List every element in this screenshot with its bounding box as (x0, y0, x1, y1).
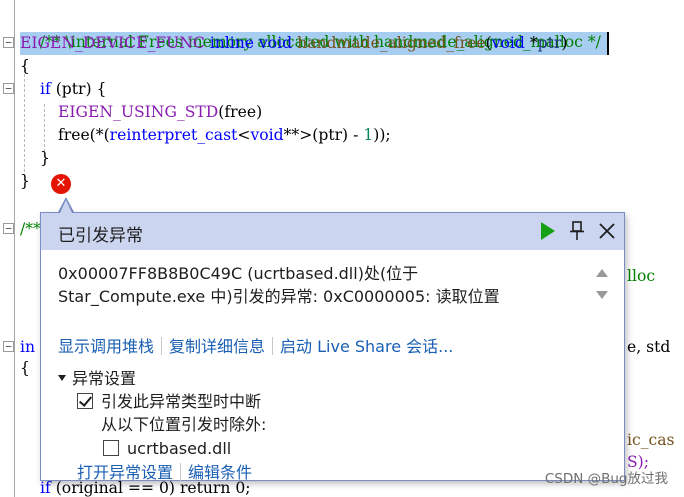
exception-message-line-1: 0x00007FF8B8B0C49C (ucrtbased.dll)处(位于 (58, 264, 419, 283)
fold-toggle-function[interactable]: − (3, 37, 14, 48)
code-identifier: ptr (537, 34, 562, 52)
code-line-13: ic_cas (627, 429, 675, 452)
code-punct: * (524, 34, 538, 52)
popup-title: 已引发异常 (58, 226, 143, 246)
code-line-8: } (20, 170, 30, 193)
fold-toggle-comment[interactable]: − (3, 223, 14, 234)
code-brace: } (40, 149, 50, 167)
popup-pointer-inner (60, 200, 72, 213)
error-icon[interactable]: ✕ (51, 174, 71, 194)
code-line-4: if (ptr) { (40, 78, 106, 101)
pin-icon (570, 221, 584, 240)
copy-details-link[interactable]: 复制详细信息 (169, 337, 265, 356)
code-line-6: free(*(reinterpret_cast<void**>(ptr) - 1… (58, 124, 391, 147)
chevron-down-icon (596, 291, 608, 299)
code-line-7: } (40, 147, 50, 170)
open-exception-settings-link[interactable]: 打开异常设置 (77, 463, 173, 482)
module-exclusion-row[interactable]: ucrtbased.dll (103, 438, 231, 460)
code-line-2: EIGEN_DEVICE_FUNC inline void handmade_a… (20, 32, 567, 55)
code-comment: /** (20, 220, 41, 238)
code-text: )); (373, 126, 391, 144)
code-punct: ) (561, 34, 568, 52)
popup-body: 0x00007FF8B8B0C49C (ucrtbased.dll)处(位于 S… (41, 250, 624, 482)
code-line-12: { (20, 357, 30, 380)
scroll-up-button[interactable] (592, 264, 612, 282)
code-keyword: void (491, 34, 525, 52)
break-when-thrown-checkbox[interactable] (77, 393, 93, 409)
watermark: CSDN @Bug放过我 (544, 471, 668, 487)
code-keyword: in (20, 338, 36, 356)
code-function: handmade_aligned_free (297, 34, 486, 52)
module-exclusion-label: ucrtbased.dll (127, 439, 232, 458)
chevron-up-icon (596, 269, 608, 277)
close-icon (599, 223, 615, 239)
link-separator (161, 337, 163, 355)
code-text: free(*( (58, 126, 110, 144)
code-text: < (237, 126, 251, 144)
code-text: (free) (218, 103, 263, 121)
code-line-11-tail: e, std (627, 336, 670, 359)
code-keyword: void (259, 34, 293, 52)
triangle-down-icon (58, 375, 66, 381)
break-when-thrown-row[interactable]: 引发此异常类型时中断 (77, 391, 261, 413)
link-separator (180, 463, 182, 481)
code-text: e, std (627, 338, 671, 356)
scroll-down-button[interactable] (592, 286, 612, 304)
live-share-link[interactable]: 启动 Live Share 会话... (280, 337, 453, 356)
code-text: **>(ptr) - (283, 126, 364, 144)
code-keyword: reinterpret_cast (109, 126, 238, 144)
exception-settings-toggle[interactable]: 异常设置 (58, 368, 136, 390)
exception-popup: 已引发异常 0x00007FF8B8B0C49C (ucrtbased.dll)… (40, 212, 625, 482)
edit-conditions-link[interactable]: 编辑条件 (188, 463, 252, 482)
module-exclusion-checkbox[interactable] (103, 440, 119, 456)
exception-settings-header: 异常设置 (72, 369, 137, 388)
code-line-11: in (20, 336, 35, 359)
except-from-label: 从以下位置引发时除外: (101, 415, 267, 434)
code-line-9: /** (20, 218, 41, 241)
code-keyword: if (40, 80, 51, 98)
fold-toggle-function-2[interactable]: − (3, 341, 14, 352)
exception-message-line-2: Star_Compute.exe 中)引发的异常: 0xC0000005: 读取… (58, 287, 500, 306)
close-button[interactable] (595, 219, 619, 243)
exception-message: 0x00007FF8B8B0C49C (ucrtbased.dll)处(位于 S… (58, 262, 578, 308)
action-links: 显示调用堆栈 复制详细信息 启动 Live Share 会话... (58, 335, 453, 358)
indent-guide (24, 64, 25, 182)
continue-button[interactable] (535, 219, 559, 243)
code-comment: lloc (627, 267, 656, 285)
code-number: 1 (363, 126, 374, 144)
code-brace: { (20, 359, 30, 377)
code-brace: } (20, 172, 30, 190)
code-macro: EIGEN_DEVICE_FUNC (20, 34, 205, 52)
link-separator (272, 337, 274, 355)
code-keyword: void (250, 126, 284, 144)
code-line-1: /** \internal Frees memory allocated wit… (20, 8, 601, 51)
code-keyword: if (40, 479, 51, 497)
code-text: (ptr) { (50, 80, 107, 98)
code-keyword: inline (209, 34, 255, 52)
gutter-line (14, 0, 15, 497)
show-call-stack-link[interactable]: 显示调用堆栈 (58, 337, 154, 356)
code-macro: EIGEN_USING_STD (58, 103, 219, 121)
code-brace: { (20, 57, 30, 75)
code-line-10: lloc (627, 265, 655, 288)
code-line-3: { (20, 55, 30, 78)
code-function: ic_cas (627, 431, 675, 449)
code-line-5: EIGEN_USING_STD(free) (58, 101, 262, 124)
fold-toggle-if[interactable]: − (3, 83, 14, 94)
break-when-thrown-label: 引发此异常类型时中断 (101, 392, 262, 411)
settings-links: 打开异常设置 编辑条件 (77, 461, 252, 484)
pin-button[interactable] (565, 219, 589, 243)
popup-header: 已引发异常 (41, 213, 624, 250)
play-icon (541, 222, 555, 240)
